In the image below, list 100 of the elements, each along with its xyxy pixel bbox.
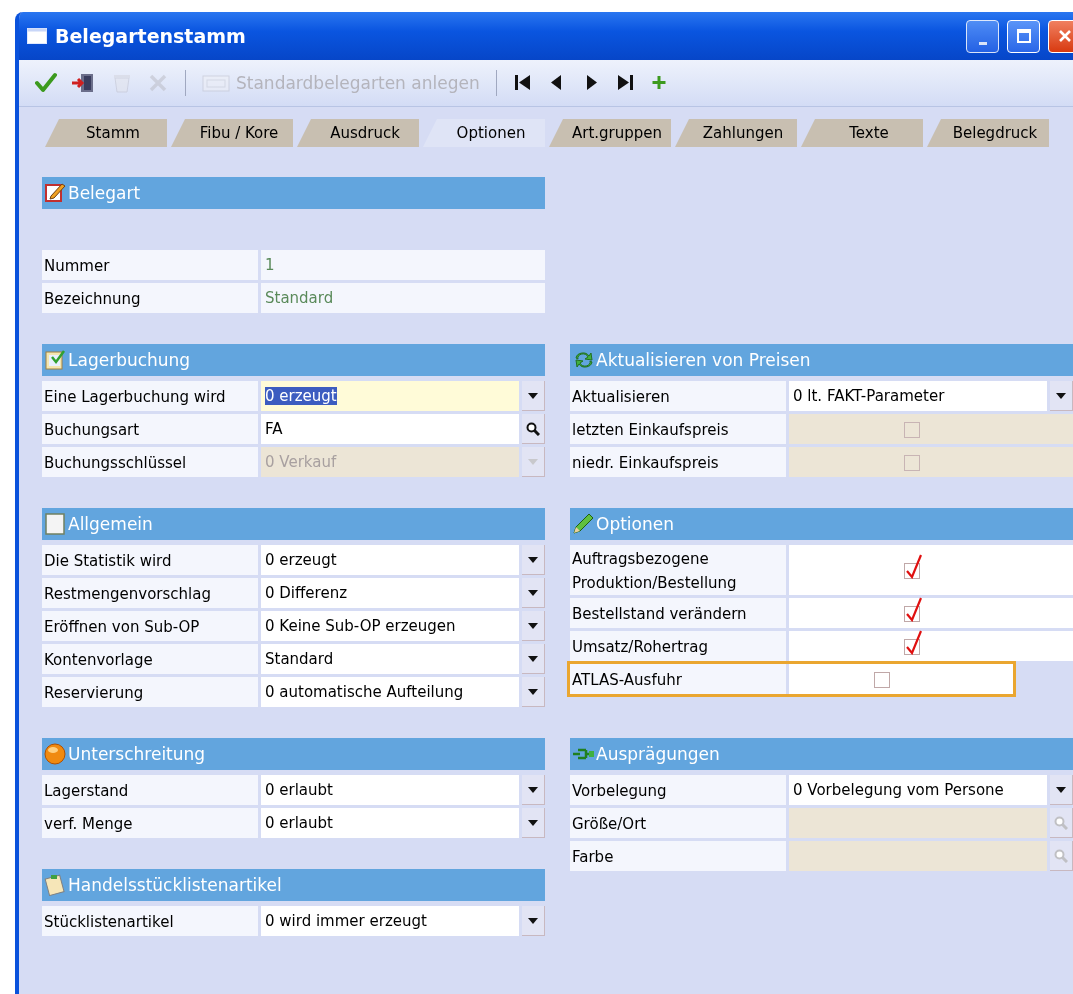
clipboard-check-icon [44,349,66,371]
field-label: verf. Menge [42,808,258,838]
pencil-icon [572,513,594,535]
dropdown-field[interactable]: 0 erlaubt [261,775,519,805]
arrows-cycle-icon [572,349,594,371]
check-icon [35,72,57,94]
section-title: Unterschreitung [68,744,206,764]
caret-icon [1055,391,1067,400]
dropdown-field[interactable]: 0 lt. FAKT-Parameter [789,381,1047,411]
field-label: Größe/Ort [570,808,786,838]
ball-icon [44,743,66,765]
caret-icon [527,555,539,564]
section-title: Allgemein [68,514,153,534]
search-icon [1054,815,1068,830]
field-label: Umsatz/Rohertrag [570,631,786,661]
dropdown-button[interactable] [522,611,545,641]
close-icon [1057,29,1072,43]
checkbox[interactable] [904,596,922,622]
blank-page-icon [44,513,66,535]
dropdown-button[interactable] [522,578,545,608]
dropdown-button[interactable] [522,677,545,707]
caret-icon [527,457,539,466]
dropdown-field[interactable]: 0 automatische Aufteilung [261,677,519,707]
section-title: Aktualisieren von Preisen [596,350,811,370]
caret-icon [527,391,539,400]
field-label: Auftragsbezogene Produktion/Bestellung [570,545,786,595]
window-title: Belegartenstamm [55,25,246,47]
field-label: niedr. Einkaufspreis [570,447,786,477]
field-label: Aktualisieren [570,381,786,411]
field-label: Lagerstand [42,775,258,805]
caret-icon [527,785,539,794]
field-label: Restmengenvorschlag [42,578,258,608]
plug-icon [572,746,594,762]
field-label: Eine Lagerbuchung wird [42,381,258,411]
caret-icon [527,621,539,630]
field-label: Nummer [42,250,258,280]
dropdown-button[interactable] [522,906,545,936]
dropdown-button[interactable] [522,644,545,674]
tab[interactable]: Optionen [423,119,545,147]
new-document-icon [202,72,230,94]
recycle-bin-icon [111,72,133,94]
minimize-button[interactable] [966,19,999,53]
checkbox[interactable] [904,629,922,655]
tab[interactable]: Ausdruck [297,119,419,147]
section-title: Optionen [596,514,674,534]
dropdown-button[interactable] [1050,381,1073,411]
field-label: Bestellstand verändern [570,598,786,628]
tab[interactable]: Art.gruppen [549,119,671,147]
dropdown-field[interactable]: 0 erzeugt [261,545,519,575]
clipboard-icon [44,874,66,896]
dropdown-field[interactable]: 0 wird immer erzeugt [261,906,519,936]
caret-icon [527,818,539,827]
dropdown-field[interactable]: Standard [261,644,519,674]
dropdown-button[interactable] [1050,775,1073,805]
dropdown-field[interactable]: 0 Keine Sub-OP erzeugen [261,611,519,641]
section-title: Ausprägungen [596,744,720,764]
dropdown-field[interactable]: 0 erlaubt [261,808,519,838]
field-label: Eröffnen von Sub-OP [42,611,258,641]
field-label: ATLAS-Ausfuhr [570,664,786,694]
dropdown-button[interactable] [522,808,545,838]
field-label: Die Statistik wird [42,545,258,575]
field-value: Standard [261,283,545,313]
tab[interactable]: Texte [801,119,923,147]
field-label: Buchungsschlüssel [42,447,258,477]
section-title: Belegart [68,183,141,203]
maximize-button[interactable] [1007,19,1040,53]
search-icon [1054,848,1068,863]
notepad-pencil-icon [44,182,66,204]
field-label: Reservierung [42,677,258,707]
tab[interactable]: Stamm [45,119,167,147]
dropdown-field[interactable]: 0 Vorbelegung vom Persone [789,775,1047,805]
caret-icon [527,588,539,597]
window-icon [27,28,47,44]
close-button[interactable] [1048,19,1073,53]
minimize-icon [978,41,987,45]
field-label: Vorbelegung [570,775,786,805]
search-button[interactable] [522,414,545,444]
field-label: letzten Einkaufspreis [570,414,786,444]
tab[interactable]: Zahlungen [675,119,797,147]
field-label: Buchungsart [42,414,258,444]
dropdown-button[interactable] [522,545,545,575]
search-icon [526,421,540,436]
x-icon [147,72,169,94]
dropdown-button[interactable] [522,381,545,411]
dropdown-field[interactable]: 0 erzeugt [261,381,519,411]
dropdown-field[interactable]: 0 Differenz [261,578,519,608]
input-field[interactable]: FA [261,414,519,444]
caret-icon [527,687,539,696]
section-title: Lagerbuchung [68,350,191,370]
field-label: Farbe [570,841,786,871]
field-value: 1 [261,250,545,280]
field-label: Stücklistenartikel [42,906,258,936]
check-button[interactable] [33,72,59,94]
tab[interactable]: Belegdruck [927,119,1049,147]
section-title: Handelsstücklistenartikel [68,875,282,895]
dropdown-button[interactable] [522,775,545,805]
checkbox[interactable] [904,553,922,579]
tab[interactable]: Fibu / Kore [171,119,293,147]
caret-icon [1055,785,1067,794]
field-label: Bezeichnung [42,283,258,313]
